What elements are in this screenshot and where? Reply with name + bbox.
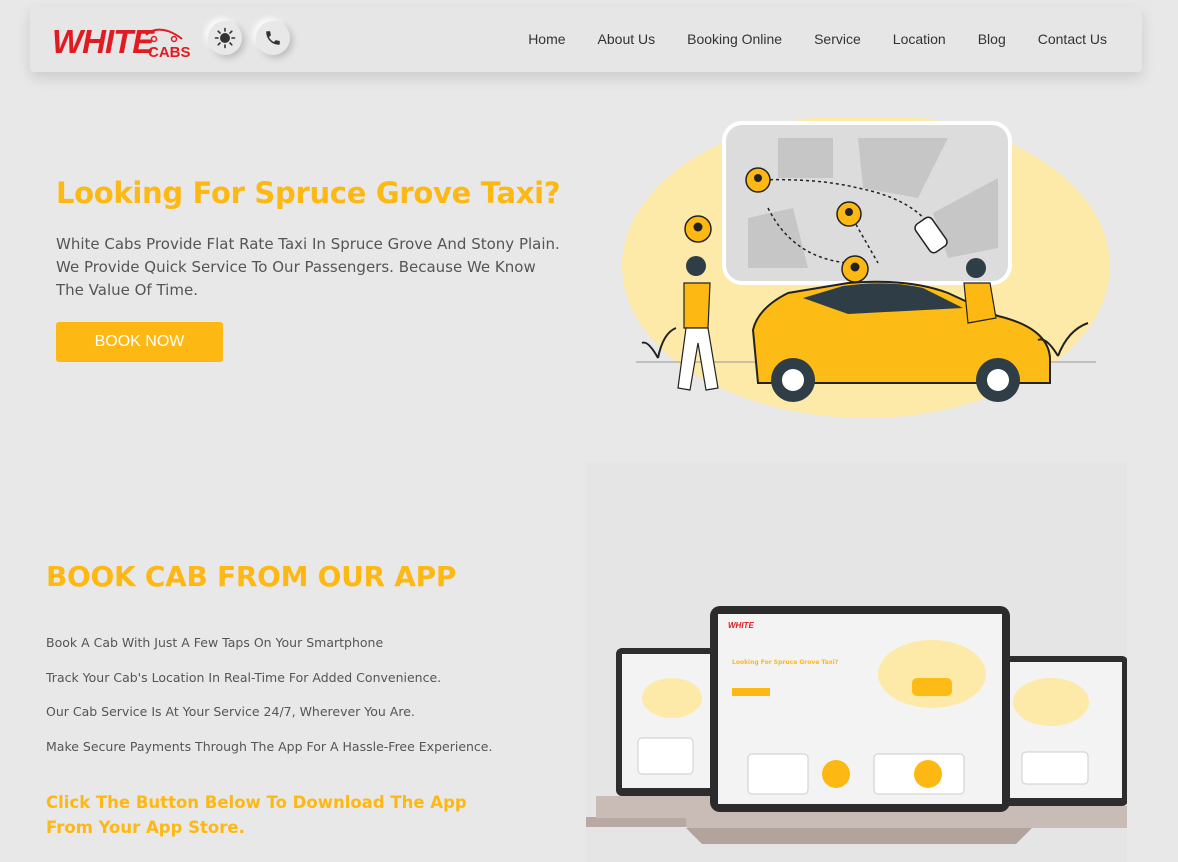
taxi-hero-illustration	[622, 118, 1110, 418]
nav-about-us[interactable]: About Us	[598, 31, 656, 47]
nav-home[interactable]: Home	[528, 31, 565, 47]
hero-description: White Cabs Provide Flat Rate Taxi In Spr…	[56, 235, 560, 299]
nav-service[interactable]: Service	[814, 31, 861, 47]
svg-text:WHITE: WHITE	[728, 621, 754, 630]
main-nav: Home About Us Booking Online Service Loc…	[496, 6, 1107, 72]
app-feature-item: Track Your Cab's Location In Real-Time F…	[46, 670, 442, 685]
hero-title: Looking For Spruce Grove Taxi?	[56, 176, 561, 210]
call-button[interactable]	[256, 21, 290, 55]
sun-icon	[214, 27, 236, 49]
nav-location[interactable]: Location	[893, 31, 946, 47]
app-feature-item: Make Secure Payments Through The App For…	[46, 739, 493, 754]
phone-icon	[266, 31, 280, 45]
svg-text:Looking For Spruce Grove Taxi?: Looking For Spruce Grove Taxi?	[732, 659, 839, 666]
svg-text:WHITE: WHITE	[52, 23, 155, 59]
app-devices-mockup: WHITE Looking For Spruce Grove Taxi?	[586, 462, 1127, 862]
white-cabs-logo[interactable]: WHITE CABS	[50, 21, 194, 59]
app-download-cta-text: Click The Button Below To Download The A…	[46, 793, 467, 837]
app-feature-item: Book A Cab With Just A Few Taps On Your …	[46, 635, 384, 650]
app-section-title: BOOK CAB FROM OUR APP	[46, 560, 457, 593]
svg-text:CABS: CABS	[148, 44, 191, 59]
nav-blog[interactable]: Blog	[978, 31, 1006, 47]
theme-toggle-button[interactable]	[208, 21, 242, 55]
book-now-button[interactable]: BOOK NOW	[56, 322, 223, 362]
nav-contact-us[interactable]: Contact Us	[1038, 31, 1107, 47]
top-navbar: WHITE CABS Home About Us Booking Online …	[30, 6, 1142, 72]
app-feature-item: Our Cab Service Is At Your Service 24/7,…	[46, 704, 415, 719]
nav-booking-online[interactable]: Booking Online	[687, 31, 782, 47]
